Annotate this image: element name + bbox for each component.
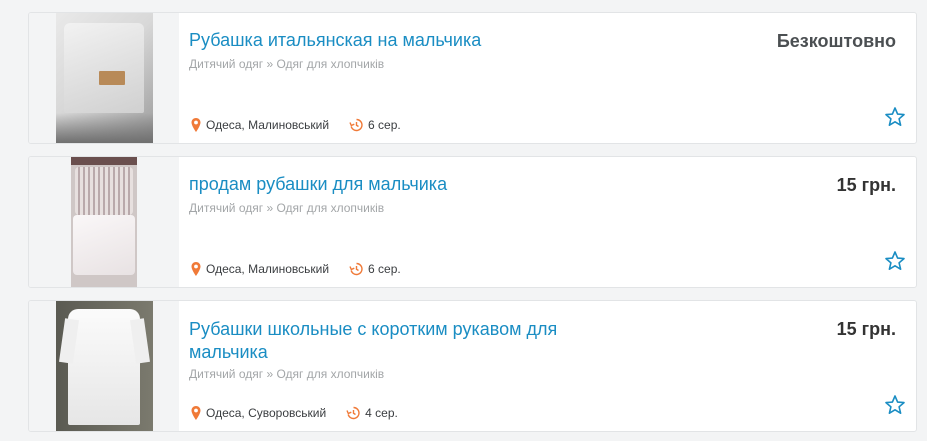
listing-date: 4 сер.: [365, 406, 398, 420]
listing-thumbnail[interactable]: [29, 301, 179, 431]
listing-category: Дитячий одяг » Одяг для хлопчиків: [189, 57, 385, 71]
listing-card[interactable]: Рубашки школьные с коротким рукавом для …: [28, 300, 917, 432]
listing-location: Одеса, Малиновський: [206, 118, 330, 132]
history-icon: [349, 118, 363, 132]
listing-location: Одеса, Малиновський: [206, 262, 330, 276]
listing-photo[interactable]: [56, 301, 153, 431]
listing-title[interactable]: Рубашка итальянская на мальчика: [189, 29, 609, 52]
map-pin-icon: [191, 262, 201, 276]
listing-meta: Одеса, Малиновський 6 сер.: [189, 261, 401, 277]
listing-price: 15 грн.: [836, 175, 896, 195]
listing-thumbnail[interactable]: [29, 157, 179, 287]
listing-date: 6 сер.: [368, 262, 401, 276]
star-outline-icon[interactable]: [884, 250, 906, 272]
map-pin-icon: [191, 406, 201, 420]
listing-price: 15 грн.: [836, 319, 896, 339]
history-icon: [349, 262, 363, 276]
listing-card[interactable]: продам рубашки для мальчика Дитячий одяг…: [28, 156, 917, 288]
listing-price: Безкоштовно: [776, 31, 896, 51]
history-icon: [346, 406, 360, 420]
listing-title[interactable]: продам рубашки для мальчика: [189, 173, 609, 196]
listing-meta: Одеса, Суворовський 4 сер.: [189, 405, 398, 421]
listing-thumbnail[interactable]: [29, 13, 179, 143]
listing-meta: Одеса, Малиновський 6 сер.: [189, 117, 401, 133]
listing-date: 6 сер.: [368, 118, 401, 132]
listing-location: Одеса, Суворовський: [206, 406, 327, 420]
listing-category: Дитячий одяг » Одяг для хлопчиків: [189, 201, 385, 215]
listing-card[interactable]: Рубашка итальянская на мальчика Дитячий …: [28, 12, 917, 144]
star-outline-icon[interactable]: [884, 394, 906, 416]
listing-title[interactable]: Рубашки школьные с коротким рукавом для …: [189, 318, 609, 364]
star-outline-icon[interactable]: [884, 106, 906, 128]
listing-photo[interactable]: [56, 13, 153, 143]
map-pin-icon: [191, 118, 201, 132]
listing-list: Рубашка итальянская на мальчика Дитячий …: [0, 0, 927, 441]
listing-photo[interactable]: [71, 157, 137, 287]
listing-category: Дитячий одяг » Одяг для хлопчиків: [189, 367, 385, 381]
